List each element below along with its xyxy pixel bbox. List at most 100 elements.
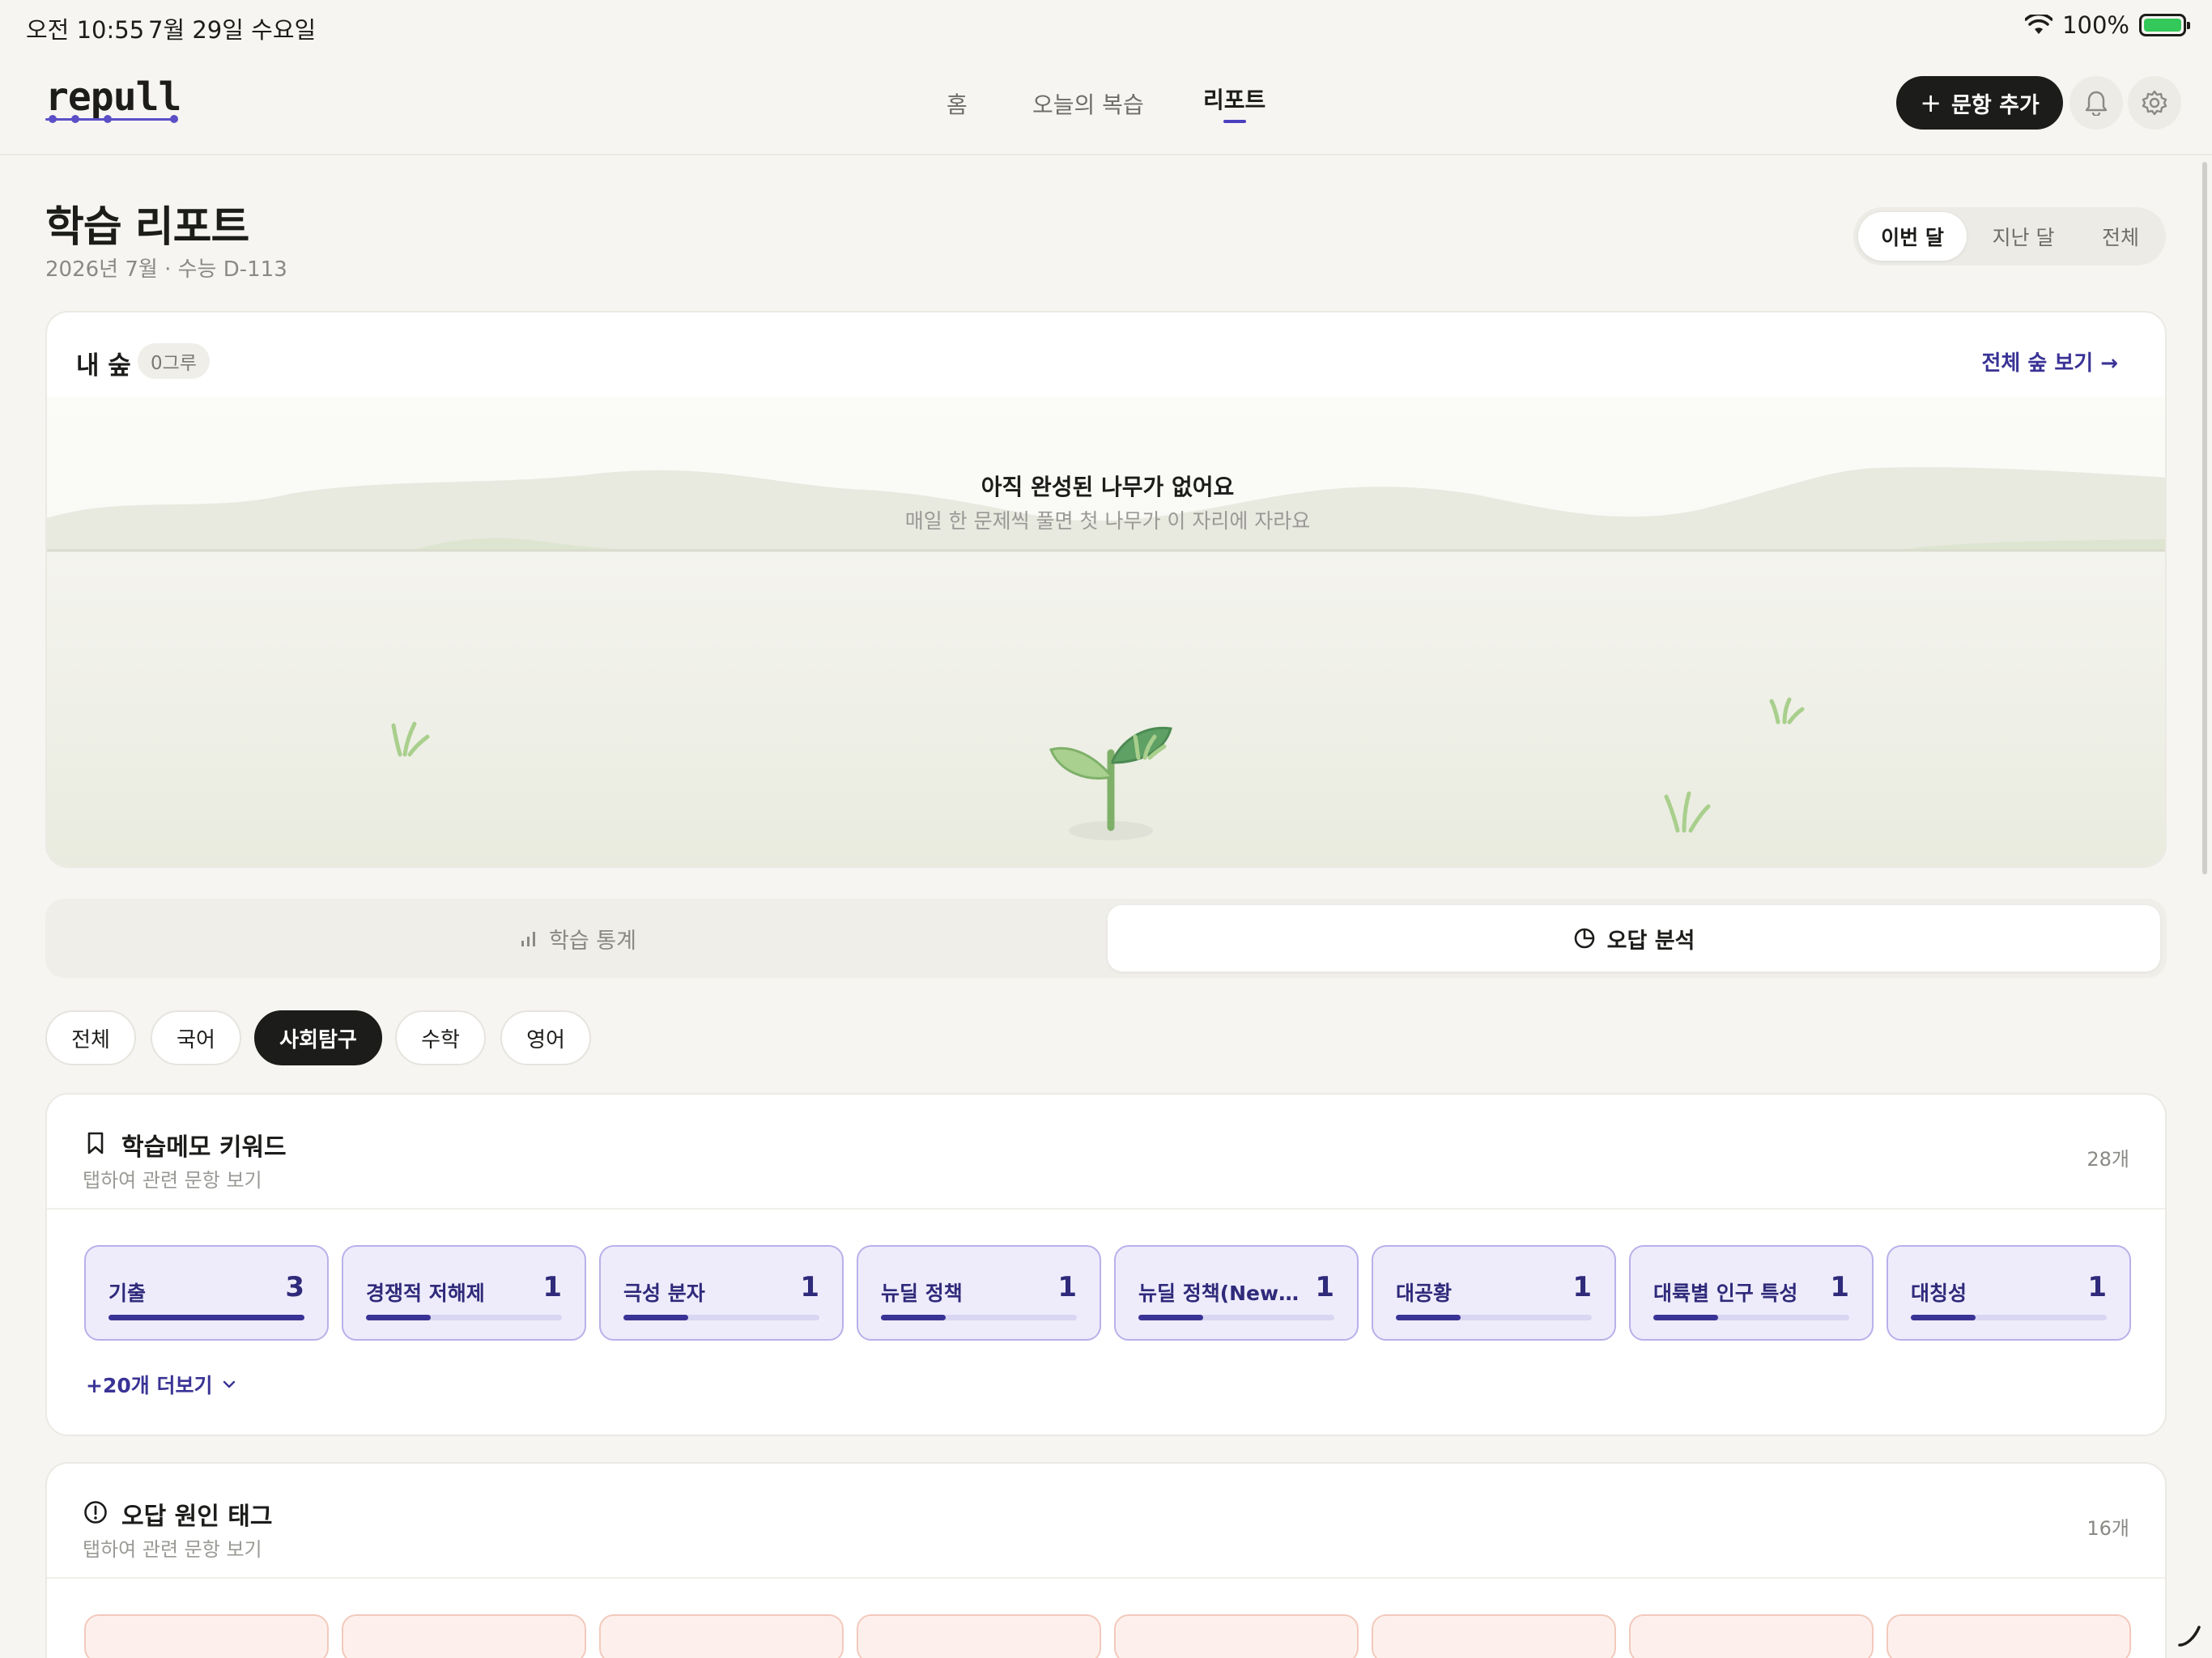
error-tag-title: 오답 원인 태그	[121, 1503, 273, 1531]
memo-keyword-count: 28개	[2087, 1148, 2129, 1171]
status-date: 7월 29일 수요일	[148, 16, 317, 44]
keyword-card[interactable]: 극성 분자 1	[599, 1245, 844, 1341]
subject-chip-social[interactable]: 사회탐구	[254, 1010, 382, 1065]
keyword-count: 1	[1315, 1271, 1334, 1303]
wifi-icon	[2025, 15, 2053, 34]
tab-error-analysis[interactable]: 오답 분석	[1108, 905, 2160, 971]
memo-keyword-section: 학습메모 키워드 탭하여 관련 문항 보기 28개 기출 3 경쟁적 저해제 1…	[45, 1093, 2167, 1436]
plus-icon: +	[1920, 87, 1942, 118]
error-tag-subtitle: 탭하여 관련 문항 보기	[83, 1538, 262, 1561]
battery-icon	[2139, 14, 2190, 36]
nav-today-review[interactable]: 오늘의 복습	[1032, 87, 1144, 120]
bell-icon	[2085, 91, 2108, 116]
bookmark-icon	[87, 1132, 104, 1154]
pencil-hover-icon	[2178, 1626, 2201, 1647]
page-subtitle: 2026년 7월 · 수능 D-113	[45, 257, 287, 282]
keyword-bar	[1396, 1315, 1592, 1320]
main-nav: 홈 오늘의 복습 리포트	[0, 52, 2212, 155]
keyword-card[interactable]: 뉴딜 정책(New D... 1	[1114, 1245, 1359, 1341]
period-all[interactable]: 전체	[2078, 212, 2163, 261]
error-tag-card[interactable]	[84, 1614, 329, 1658]
alert-circle-icon	[84, 1501, 107, 1524]
nav-report[interactable]: 리포트	[1203, 83, 1266, 115]
error-tag-card[interactable]	[599, 1614, 844, 1658]
settings-button[interactable]	[2128, 76, 2181, 130]
keyword-card[interactable]: 기출 3	[84, 1245, 329, 1341]
keyword-bar	[623, 1315, 819, 1320]
keyword-card[interactable]: 대공황 1	[1372, 1245, 1616, 1341]
app-header: repull 홈 오늘의 복습 리포트 + 문항 추가	[0, 52, 2212, 155]
keyword-bar	[1138, 1315, 1334, 1320]
bar-chart-icon	[521, 932, 536, 946]
keyword-card[interactable]: 대칭성 1	[1887, 1245, 2131, 1341]
divider	[47, 1208, 2165, 1209]
memo-keyword-subtitle: 탭하여 관련 문항 보기	[83, 1169, 262, 1192]
keyword-label: 뉴딜 정책	[881, 1282, 963, 1305]
error-tag-count: 16개	[2087, 1517, 2129, 1540]
forest-card: 내 숲 0그루 전체 숲 보기 → 아직 완성된 나무가 없어요 매일 한 문제…	[45, 311, 2167, 868]
memo-keyword-title: 학습메모 키워드	[121, 1133, 287, 1162]
gear-icon	[2142, 90, 2167, 116]
status-time: 오전 10:55	[26, 16, 145, 44]
error-tag-card[interactable]	[857, 1614, 1101, 1658]
scrollbar[interactable]	[2202, 162, 2207, 874]
chevron-down-icon	[223, 1380, 236, 1388]
error-tag-card[interactable]	[342, 1614, 586, 1658]
period-this-month[interactable]: 이번 달	[1858, 212, 1967, 261]
subject-chip-english[interactable]: 영어	[500, 1010, 591, 1065]
keyword-count: 3	[285, 1271, 304, 1303]
error-tag-section: 오답 원인 태그 탭하여 관련 문항 보기 16개	[45, 1462, 2167, 1658]
page-title: 학습 리포트	[45, 203, 249, 252]
subject-chip-math[interactable]: 수학	[395, 1010, 486, 1065]
keyword-count: 1	[1057, 1271, 1077, 1303]
empty-forest-title: 아직 완성된 나무가 없어요	[981, 474, 1235, 500]
period-selector: 이번 달 지난 달 전체	[1853, 207, 2166, 266]
keyword-bar	[881, 1315, 1077, 1320]
keyword-label: 뉴딜 정책(New D...	[1138, 1282, 1300, 1305]
keyword-label: 대륙별 인구 특성	[1653, 1282, 1798, 1305]
notification-button[interactable]	[2069, 76, 2123, 130]
error-tag-card[interactable]	[1372, 1614, 1616, 1658]
keyword-card[interactable]: 뉴딜 정책 1	[857, 1245, 1101, 1341]
keyword-label: 극성 분자	[623, 1282, 705, 1305]
keyword-count: 1	[1830, 1271, 1849, 1303]
keyword-bar	[1653, 1315, 1849, 1320]
error-tag-card[interactable]	[1629, 1614, 1874, 1658]
nav-active-indicator	[1223, 120, 1246, 123]
tab-study-stats[interactable]: 학습 통계	[52, 905, 1104, 971]
keyword-bar	[108, 1315, 304, 1320]
keyword-label: 대공황	[1396, 1282, 1453, 1305]
divider	[47, 1577, 2165, 1579]
status-right: 100%	[2025, 11, 2190, 39]
keyword-label: 경쟁적 저해제	[366, 1282, 485, 1305]
battery-percent: 100%	[2062, 11, 2129, 39]
nav-home[interactable]: 홈	[946, 87, 968, 120]
tab-study-stats-label: 학습 통계	[549, 928, 636, 954]
empty-forest-subtitle: 매일 한 문제씩 풀면 첫 나무가 이 자리에 자라요	[904, 509, 1311, 533]
keyword-label: 기출	[108, 1282, 147, 1305]
period-last-month[interactable]: 지난 달	[1973, 212, 2074, 261]
tab-error-analysis-label: 오답 분석	[1606, 928, 1695, 954]
keyword-bar	[1911, 1315, 2107, 1320]
add-question-button[interactable]: + 문항 추가	[1896, 76, 2063, 130]
show-more-label: +20개 더보기	[86, 1374, 213, 1397]
pie-chart-icon	[1574, 928, 1594, 949]
keyword-bar	[366, 1315, 562, 1320]
show-more-keywords-button[interactable]: +20개 더보기	[86, 1370, 236, 1399]
keyword-card[interactable]: 대륙별 인구 특성 1	[1629, 1245, 1874, 1341]
forest-title: 내 숲	[76, 351, 131, 380]
status-bar: 오전 10:55 7월 29일 수요일 100%	[0, 0, 2212, 52]
view-all-forest-link[interactable]: 전체 숲 보기 →	[1981, 346, 2118, 376]
keyword-count: 1	[1572, 1271, 1592, 1303]
subject-chip-korean[interactable]: 국어	[151, 1010, 241, 1065]
error-tag-card[interactable]	[1114, 1614, 1359, 1658]
report-tabs: 학습 통계 오답 분석	[45, 899, 2167, 978]
keyword-card[interactable]: 경쟁적 저해제 1	[342, 1245, 586, 1341]
keyword-label: 대칭성	[1911, 1282, 1967, 1305]
forest-scene	[47, 397, 2165, 866]
keyword-count: 1	[2087, 1271, 2107, 1303]
subject-chip-all[interactable]: 전체	[45, 1010, 136, 1065]
keyword-count: 1	[542, 1271, 562, 1303]
error-tag-card[interactable]	[1887, 1614, 2131, 1658]
tree-count-badge: 0그루	[138, 343, 210, 379]
